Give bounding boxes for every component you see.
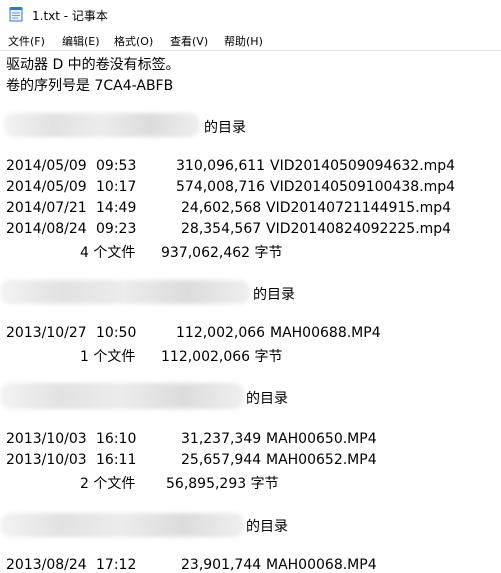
file-name: MAH00650.MP4 xyxy=(266,431,377,447)
file-date: 2013/10/03 xyxy=(6,431,87,447)
file-count: 1 个文件 xyxy=(80,349,136,365)
file-time: 17:12 xyxy=(96,557,137,573)
menu-bar: 文件(F) 编辑(E) 格式(O) 查看(V) 帮助(H) xyxy=(0,30,501,50)
text-editor[interactable]: 驱动器 D 中的卷没有标签。 卷的序列号是 7CA4-ABFB 的目录 2014… xyxy=(0,50,501,573)
file-time: 09:53 xyxy=(96,158,137,174)
file-name: VID20140509100438.mp4 xyxy=(270,179,456,195)
file-time: 14:49 xyxy=(96,200,137,216)
file-date: 2014/07/21 xyxy=(6,200,87,216)
file-date: 2014/05/09 xyxy=(6,179,87,195)
serial-number-line: 卷的序列号是 7CA4-ABFB xyxy=(6,78,174,94)
redacted-path xyxy=(4,113,200,137)
total-bytes: 56,895,293 字节 xyxy=(166,476,279,492)
file-date: 2014/08/24 xyxy=(6,221,87,237)
directory-label: 的目录 xyxy=(246,519,288,535)
total-bytes: 937,062,462 字节 xyxy=(161,245,283,261)
file-size: 23,901,744 xyxy=(181,557,262,573)
redacted-path xyxy=(0,280,250,304)
file-time: 16:10 xyxy=(96,431,137,447)
file-name: VID20140721144915.mp4 xyxy=(266,200,452,216)
file-size: 28,354,567 xyxy=(181,221,262,237)
file-name: VID20140509094632.mp4 xyxy=(270,158,456,174)
file-time: 10:50 xyxy=(96,325,137,341)
file-time: 10:17 xyxy=(96,179,137,195)
menu-help[interactable]: 帮助(H) xyxy=(224,33,263,49)
file-time: 09:23 xyxy=(96,221,137,237)
notepad-icon xyxy=(9,7,23,22)
file-size: 31,237,349 xyxy=(181,431,262,447)
file-name: MAH00068.MP4 xyxy=(266,557,377,573)
file-size: 25,657,944 xyxy=(181,452,262,468)
redacted-path xyxy=(0,383,244,409)
window-title: 1.txt - 记事本 xyxy=(32,9,108,23)
file-date: 2014/05/09 xyxy=(6,158,87,174)
file-count: 2 个文件 xyxy=(80,476,136,492)
directory-label: 的目录 xyxy=(246,391,288,407)
menu-file[interactable]: 文件(F) xyxy=(8,33,45,49)
directory-label: 的目录 xyxy=(204,120,246,136)
file-name: VID20140824092225.mp4 xyxy=(266,221,452,237)
file-time: 16:11 xyxy=(96,452,137,468)
file-size: 24,602,568 xyxy=(181,200,262,216)
total-bytes: 112,002,066 字节 xyxy=(161,349,283,365)
file-name: MAH00652.MP4 xyxy=(266,452,377,468)
file-count: 4 个文件 xyxy=(80,245,136,261)
menu-view[interactable]: 查看(V) xyxy=(170,33,208,49)
menu-edit[interactable]: 编辑(E) xyxy=(62,33,100,49)
directory-label: 的目录 xyxy=(253,287,295,303)
volume-label-line: 驱动器 D 中的卷没有标签。 xyxy=(6,57,180,73)
file-date: 2013/10/03 xyxy=(6,452,87,468)
redacted-path xyxy=(0,513,244,537)
file-size: 574,008,716 xyxy=(176,179,266,195)
file-date: 2013/08/24 xyxy=(6,557,87,573)
menu-format[interactable]: 格式(O) xyxy=(114,33,153,49)
file-name: MAH00688.MP4 xyxy=(270,325,381,341)
file-size: 310,096,611 xyxy=(176,158,266,174)
title-bar[interactable]: 1.txt - 记事本 xyxy=(0,0,501,31)
file-date: 2013/10/27 xyxy=(6,325,87,341)
file-size: 112,002,066 xyxy=(176,325,266,341)
